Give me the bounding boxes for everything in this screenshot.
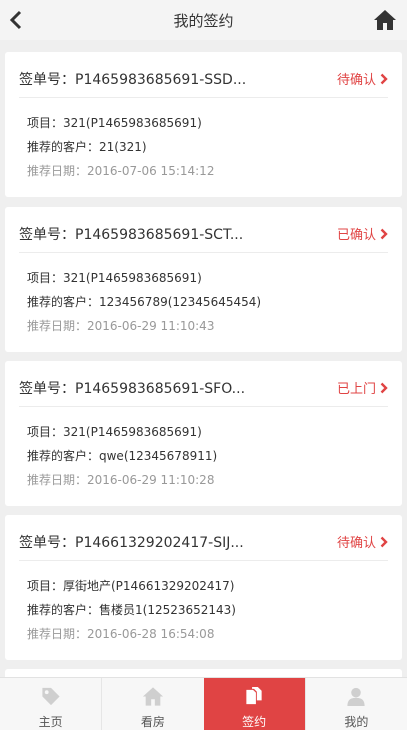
project-text: 项目：321(P1465983685691) [27, 425, 202, 439]
project-text: 项目：厚街地产(P14661329202417) [27, 579, 235, 593]
card-header: 签单号：P1465983685691-SFO... 已上门 [19, 361, 388, 407]
customer-text: 推荐的客户：21(321) [27, 140, 147, 154]
project-text: 项目：321(P1465983685691) [27, 116, 202, 130]
page-title: 我的签约 [173, 11, 234, 30]
card-body: 项目：321(P1465983685691) 推荐的客户：21(321) 推荐日… [5, 98, 402, 183]
sign-number: 签单号：P1465983685691-SFO... [19, 380, 246, 397]
sign-list: 签单号：P1465983685691-SSD... 待确认 项目：321(P14… [0, 40, 407, 677]
tag-icon [42, 687, 60, 706]
header-bar: 我的签约 [0, 0, 407, 40]
home-icon [374, 10, 396, 30]
status-label: 待确认 [336, 536, 376, 551]
home-icon [142, 687, 163, 706]
project-text: 项目：321(P1465983685691) [27, 271, 202, 285]
tab-label: 主页 [38, 715, 63, 729]
card-body: 项目：厚街地产(P14661329202417) 推荐的客户：售楼员1(1252… [5, 561, 402, 646]
chevron-right-icon [380, 228, 388, 239]
chevron-right-icon [380, 536, 388, 547]
date-text: 推荐日期：2016-06-29 11:10:43 [27, 319, 215, 333]
chevron-left-icon [9, 10, 22, 30]
tab-view-house[interactable]: 看房 [101, 678, 203, 730]
sign-card[interactable]: 签单号：P14661329202417-SIJ... 待确认 项目：厚街地产(P… [5, 515, 402, 660]
user-icon [347, 687, 365, 707]
sign-number: 签单号：P14661329202417-SIJ... [19, 534, 244, 551]
tab-mine[interactable]: 我的 [304, 678, 407, 730]
documents-icon [246, 686, 262, 705]
bottom-tab-bar: 主页 看房 签约 我的 [0, 677, 407, 730]
sign-card[interactable]: 签单号：P1465983685691-SCT... 已确认 项目：321(P14… [5, 207, 402, 352]
status-label: 已上门 [336, 382, 376, 397]
card-header: 签单号：P14661329202417-SIJ... 待确认 [19, 515, 388, 561]
tab-home[interactable]: 主页 [0, 678, 101, 730]
back-button[interactable] [6, 9, 26, 31]
card-header: 签单号：P1465983685691-SCT... 已确认 [19, 207, 388, 253]
customer-text: 推荐的客户：123456789(12345645454) [27, 295, 262, 309]
customer-text: 推荐的客户：qwe(12345678911) [27, 449, 218, 463]
status-link[interactable]: 已上门 [337, 378, 388, 397]
date-text: 推荐日期：2016-06-29 11:10:28 [27, 473, 215, 487]
status-label: 已确认 [336, 228, 376, 243]
home-button[interactable] [373, 8, 397, 32]
card-body: 项目：321(P1465983685691) 推荐的客户：123456789(1… [5, 253, 402, 338]
sign-card[interactable]: 签单号：P1465983685691-SSD... 待确认 项目：321(P14… [5, 52, 402, 197]
tab-sign[interactable]: 签约 [203, 678, 305, 730]
sign-card[interactable]: 签单号：P1465983685691-SFO... 已上门 项目：321(P14… [5, 361, 402, 506]
chevron-right-icon [380, 382, 388, 393]
sign-card[interactable] [5, 669, 402, 677]
chevron-right-icon [380, 73, 388, 84]
status-label: 待确认 [336, 73, 376, 88]
date-text: 推荐日期：2016-06-28 16:54:08 [27, 627, 215, 641]
sign-number: 签单号：P1465983685691-SSD... [19, 71, 247, 88]
status-link[interactable]: 待确认 [337, 69, 388, 88]
sign-number: 签单号：P1465983685691-SCT... [19, 226, 244, 243]
date-text: 推荐日期：2016-07-06 15:14:12 [27, 164, 215, 178]
tab-label: 我的 [344, 715, 369, 729]
tab-label: 签约 [242, 715, 267, 729]
status-link[interactable]: 待确认 [337, 532, 388, 551]
card-body: 项目：321(P1465983685691) 推荐的客户：qwe(1234567… [5, 407, 402, 492]
customer-text: 推荐的客户：售楼员1(12523652143) [27, 603, 236, 617]
card-header: 签单号：P1465983685691-SSD... 待确认 [19, 52, 388, 98]
status-link[interactable]: 已确认 [337, 224, 388, 243]
tab-label: 看房 [140, 715, 165, 729]
